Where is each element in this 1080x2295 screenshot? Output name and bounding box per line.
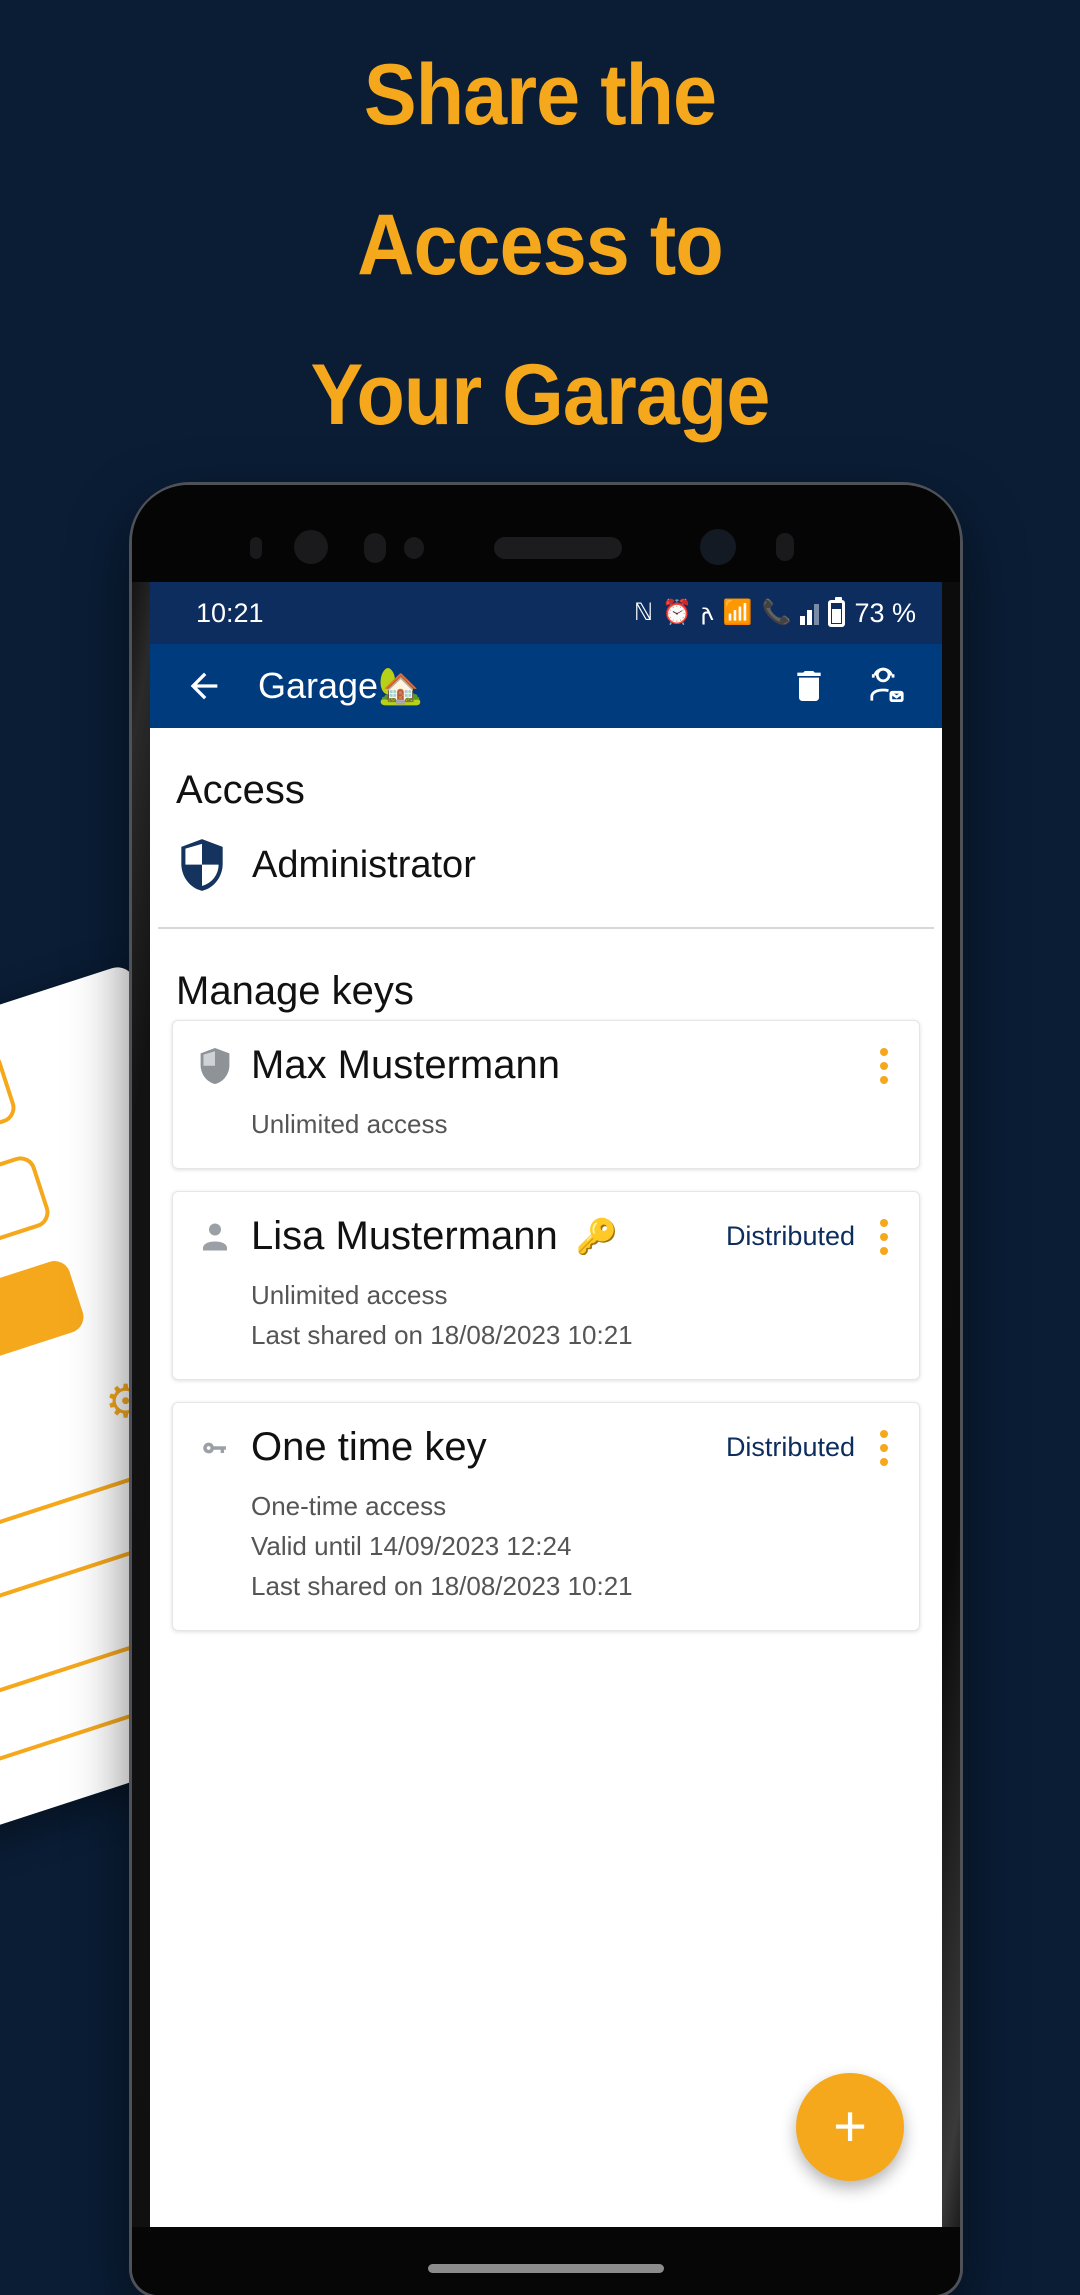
status-bar: 10:21 ℕ ⏰ 𐌰 📶 📞 73 %: [150, 582, 942, 644]
support-button[interactable]: [852, 653, 918, 719]
back-button[interactable]: [176, 658, 232, 714]
key-icon: [193, 1431, 237, 1465]
key-card-detail-line: Last shared on 18/08/2023 10:21: [251, 1320, 633, 1350]
decorative-bar: [0, 1256, 88, 1405]
signal-icon: [800, 601, 820, 625]
person-icon: [193, 1218, 237, 1256]
key-card-details: Unlimited access Last shared on 18/08/20…: [251, 1275, 899, 1355]
support-agent-icon: [870, 667, 904, 703]
house-emoji: 🏡: [378, 665, 423, 706]
key-card-status: Distributed: [725, 1221, 855, 1251]
promo-line-2: Access to: [357, 197, 723, 293]
status-bar-time: 10:21: [196, 597, 264, 628]
nfc-icon: ℕ: [633, 599, 654, 626]
key-card[interactable]: Lisa Mustermann 🔑 Distributed Unlimited …: [172, 1191, 920, 1380]
key-card-detail-line: Unlimited access: [251, 1280, 448, 1310]
earpiece-speaker: [494, 537, 622, 559]
key-card-header: Max Mustermann: [193, 1043, 899, 1088]
proximity-sensor-icon: [364, 533, 386, 563]
battery-percent-label: 73 %: [854, 597, 916, 628]
access-section-heading: Access: [176, 768, 305, 812]
status-bar-icons: ℕ ⏰ 𐌰 📶 📞 73 %: [633, 596, 916, 629]
key-emoji: 🔑: [575, 1217, 619, 1256]
sensor-icon: [776, 533, 794, 561]
main-content: Access Administrator Manage keys Max Mus…: [150, 728, 942, 2227]
add-key-button[interactable]: +: [796, 2073, 904, 2181]
gesture-navigation-bar[interactable]: [428, 2264, 664, 2273]
access-role-label: Administrator: [252, 843, 476, 886]
arrow-left-icon: [190, 672, 218, 700]
phone-top-bezel: [132, 485, 960, 582]
key-card-details: One-time access Valid until 14/09/2023 1…: [251, 1486, 899, 1606]
key-card-title: Max Mustermann: [251, 1043, 560, 1087]
app-title-text: Garage: [258, 665, 379, 706]
key-card-detail-line: Last shared on 18/08/2023 10:21: [251, 1571, 633, 1601]
shield-icon: [193, 1046, 237, 1086]
manage-keys-heading: Manage keys: [176, 969, 414, 1013]
key-card-detail-line: Valid until 14/09/2023 12:24: [251, 1531, 572, 1561]
key-card-title-text: Lisa Mustermann: [251, 1214, 558, 1258]
sensor-icon: [250, 537, 262, 559]
key-card-detail-line: Unlimited access: [251, 1109, 448, 1139]
wifi-icon: 📶: [722, 599, 753, 626]
plus-icon: +: [833, 2094, 867, 2159]
kebab-menu-icon[interactable]: [865, 1047, 899, 1084]
shield-icon: [181, 839, 223, 891]
alarm-icon: ⏰: [662, 599, 693, 626]
light-sensor-icon: [404, 537, 424, 559]
trash-icon: [797, 671, 821, 701]
key-card[interactable]: One time key Distributed One-time access…: [172, 1402, 920, 1631]
battery-icon: [828, 596, 846, 627]
phone-bottom-bezel: [132, 2227, 960, 2295]
promo-line-1: Share the: [363, 47, 717, 143]
kebab-menu-icon[interactable]: [865, 1429, 899, 1466]
phone-device-frame: 10:21 ℕ ⏰ 𐌰 📶 📞 73 % Garage 🏡 Access Adm…: [132, 485, 960, 2295]
access-row: Administrator: [150, 819, 942, 927]
key-card-title: Lisa Mustermann 🔑: [251, 1214, 618, 1259]
promo-line-3: Your Garage: [310, 347, 771, 443]
key-card-title: One time key: [251, 1425, 487, 1469]
promo-headline: Share the Access to Your Garage: [0, 20, 1080, 470]
delete-button[interactable]: [776, 653, 842, 719]
page-title: Garage 🏡: [258, 665, 766, 707]
bluetooth-icon: 𐌰: [701, 599, 714, 626]
front-camera-icon: [700, 529, 736, 565]
phone-screen: 10:21 ℕ ⏰ 𐌰 📶 📞 73 % Garage 🏡 Access Adm…: [150, 582, 942, 2227]
key-card-header: Lisa Mustermann 🔑 Distributed: [193, 1214, 899, 1259]
key-card-status: Distributed: [725, 1432, 855, 1462]
call-icon: 📞: [761, 599, 792, 626]
iris-scanner-icon: [294, 530, 328, 564]
app-bar: Garage 🏡: [150, 644, 942, 728]
key-card-details: Unlimited access: [251, 1104, 899, 1144]
key-card-detail-line: One-time access: [251, 1491, 447, 1521]
kebab-menu-icon[interactable]: [865, 1218, 899, 1255]
key-card[interactable]: Max Mustermann Unlimited access: [172, 1020, 920, 1169]
key-card-header: One time key Distributed: [193, 1425, 899, 1470]
